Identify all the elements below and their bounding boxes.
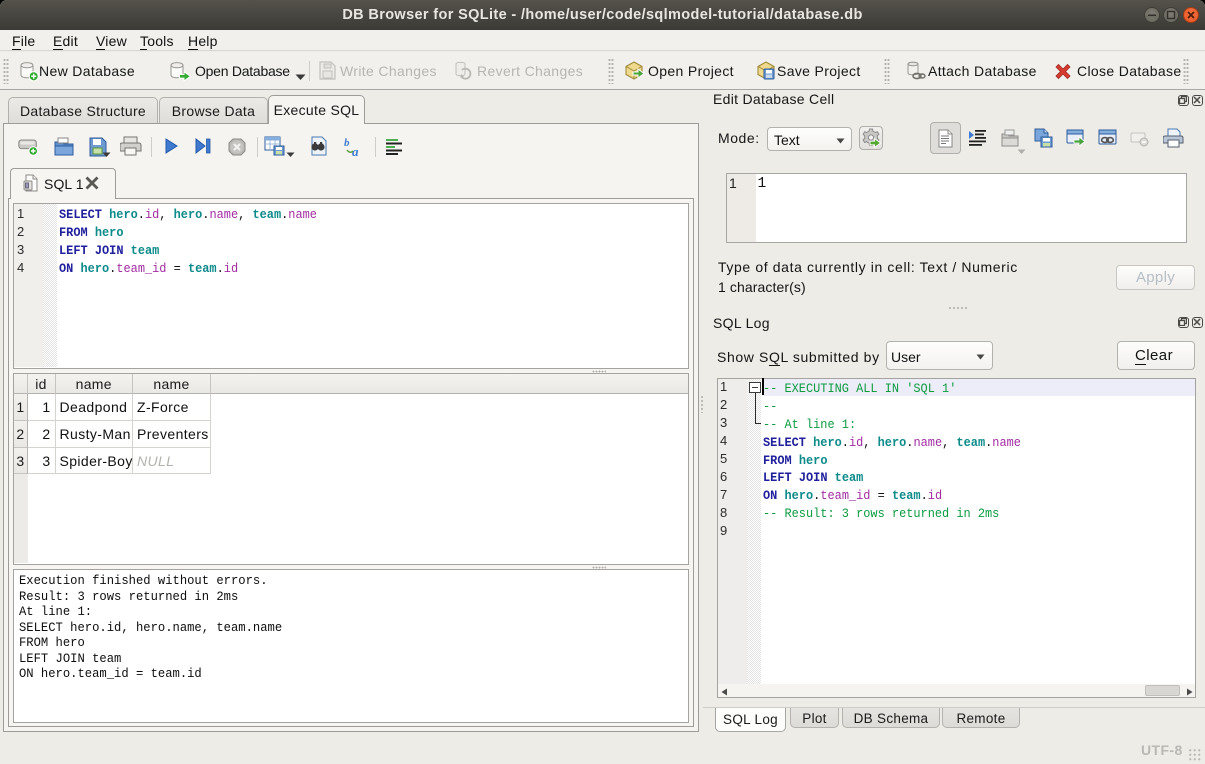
svg-text:a: a — [352, 144, 359, 158]
svg-text:b: b — [344, 137, 350, 149]
